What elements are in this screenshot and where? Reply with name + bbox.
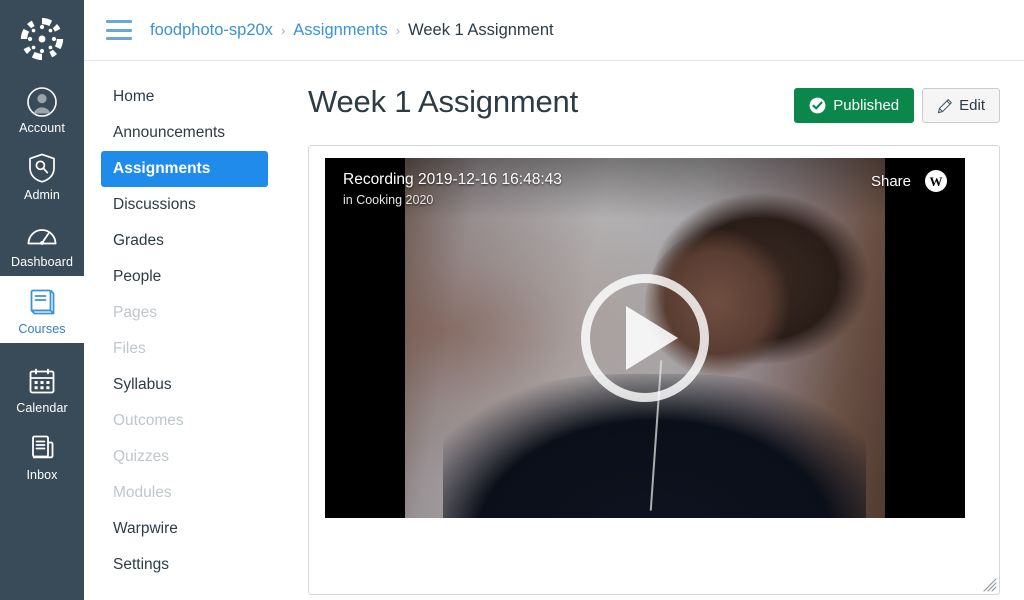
publish-status-button[interactable]: Published <box>794 88 915 123</box>
global-nav-item-inbox[interactable]: Inbox <box>0 422 84 489</box>
hamburger-line <box>106 28 132 32</box>
check-circle-icon <box>809 97 826 114</box>
breadcrumb-separator: › <box>395 22 401 38</box>
book-icon <box>25 285 59 319</box>
canvas-logo[interactable] <box>0 8 84 70</box>
user-avatar-icon <box>25 85 59 119</box>
pencil-icon <box>937 98 953 114</box>
page-actions: Published Edit <box>794 83 1000 123</box>
course-nav-item-outcomes[interactable]: Outcomes <box>101 403 268 439</box>
course-nav-item-announcements[interactable]: Announcements <box>101 115 268 151</box>
breadcrumb: foodphoto-sp20x › Assignments › Week 1 A… <box>150 21 554 40</box>
inbox-tray-icon <box>25 431 59 465</box>
course-nav-item-quizzes[interactable]: Quizzes <box>101 439 268 475</box>
global-nav-item-account[interactable]: Account <box>0 76 84 142</box>
resize-grip[interactable] <box>983 578 997 592</box>
course-nav-item-settings[interactable]: Settings <box>101 547 268 583</box>
dashboard-gauge-icon <box>25 218 59 252</box>
course-nav-item-files[interactable]: Files <box>101 331 268 367</box>
warpwire-logo[interactable]: W <box>925 170 947 192</box>
global-nav-label-account: Account <box>19 121 65 135</box>
edit-button[interactable]: Edit <box>922 88 1000 123</box>
main-content: Week 1 Assignment Published Edit Recordi… <box>284 61 1024 600</box>
global-nav-item-courses[interactable]: Courses <box>0 276 84 343</box>
shield-wrench-icon <box>25 151 59 185</box>
course-navigation: Home Announcements Assignments Discussio… <box>84 61 284 600</box>
global-nav-item-admin[interactable]: Admin <box>0 142 84 209</box>
course-nav-item-discussions[interactable]: Discussions <box>101 187 268 223</box>
hamburger-line <box>106 37 132 40</box>
course-nav-item-modules[interactable]: Modules <box>101 475 268 511</box>
canvas-app: Account Admin Dashboard Courses Calendar… <box>0 0 1024 600</box>
course-nav-item-grades[interactable]: Grades <box>101 223 268 259</box>
body-row: Home Announcements Assignments Discussio… <box>84 61 1024 600</box>
play-triangle <box>625 306 678 370</box>
global-nav-label-dashboard: Dashboard <box>10 255 74 269</box>
share-button[interactable]: Share <box>871 173 911 190</box>
course-nav-item-home[interactable]: Home <box>101 79 268 115</box>
publish-status-label: Published <box>833 97 900 114</box>
breadcrumb-separator: › <box>280 22 286 38</box>
course-nav-item-people[interactable]: People <box>101 259 268 295</box>
global-navigation: Account Admin Dashboard Courses Calendar… <box>0 0 84 600</box>
breadcrumb-item-assignments[interactable]: Assignments <box>293 21 387 40</box>
play-button-icon[interactable] <box>581 274 709 402</box>
course-nav-item-syllabus[interactable]: Syllabus <box>101 367 268 403</box>
content-region: foodphoto-sp20x › Assignments › Week 1 A… <box>84 0 1024 600</box>
global-nav-label-calendar: Calendar <box>16 401 68 415</box>
course-nav-item-pages[interactable]: Pages <box>101 295 268 331</box>
hamburger-menu-icon[interactable] <box>106 20 132 40</box>
hamburger-line <box>106 20 132 23</box>
global-nav-label-courses: Courses <box>18 322 66 336</box>
assignment-description-card: Recording 2019-12-16 16:48:43 in Cooking… <box>308 145 1000 595</box>
breadcrumb-item-course[interactable]: foodphoto-sp20x <box>150 21 273 40</box>
global-nav-item-dashboard[interactable]: Dashboard <box>0 209 84 276</box>
video-player[interactable]: Recording 2019-12-16 16:48:43 in Cooking… <box>325 158 965 518</box>
global-nav-item-calendar[interactable]: Calendar <box>0 355 84 422</box>
calendar-icon <box>25 364 59 398</box>
edit-button-label: Edit <box>959 97 985 114</box>
video-overlay-actions: Share W <box>871 170 947 192</box>
course-nav-item-warpwire[interactable]: Warpwire <box>101 511 268 547</box>
breadcrumb-item-current: Week 1 Assignment <box>408 20 554 39</box>
breadcrumb-bar: foodphoto-sp20x › Assignments › Week 1 A… <box>84 0 1024 61</box>
page-header: Week 1 Assignment Published Edit <box>308 83 1000 123</box>
global-nav-label-admin: Admin <box>24 188 60 202</box>
course-nav-item-assignments[interactable]: Assignments <box>101 151 268 187</box>
global-nav-label-inbox: Inbox <box>26 468 58 482</box>
page-title: Week 1 Assignment <box>308 84 578 119</box>
